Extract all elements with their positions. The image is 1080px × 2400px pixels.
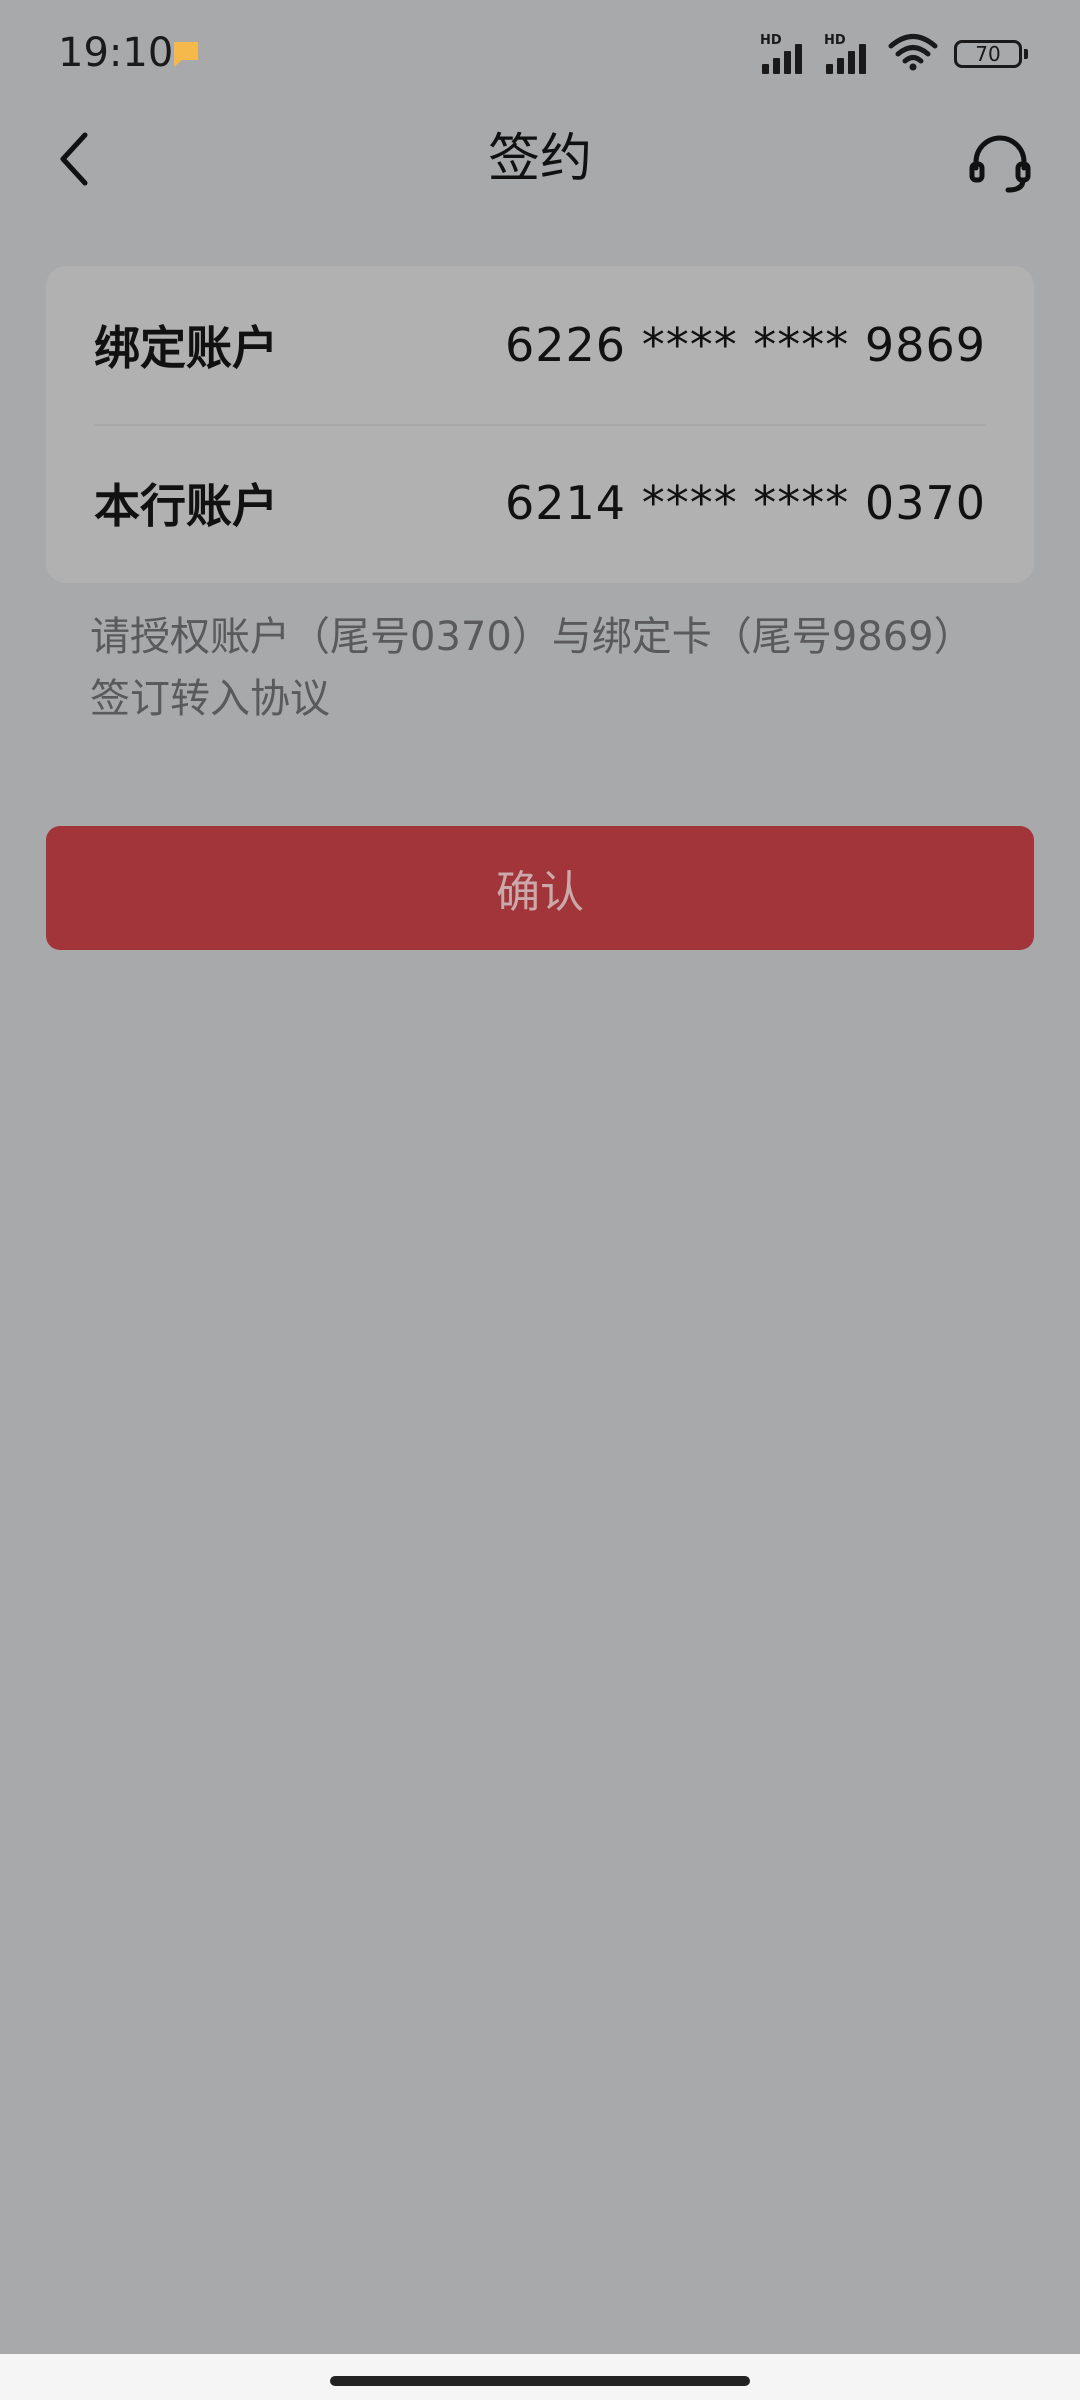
wifi-icon [888,33,938,75]
home-indicator[interactable] [330,2376,750,2386]
customer-service-button[interactable] [960,124,1040,204]
battery-level: 70 [975,42,1001,66]
authorization-notice: 请授权账户（尾号0370）与绑定卡（尾号9869） 签订转入协议 [90,606,1010,730]
bank-account-number: 6214 **** **** 0370 [505,476,986,530]
signal-icon: HD [824,34,878,74]
account-card: 绑定账户 6226 **** **** 9869 本行账户 6214 **** … [46,266,1034,583]
bound-account-label: 绑定账户 [94,321,278,375]
battery-icon: 70 [954,40,1028,68]
status-icons: HD HD 70 [760,32,1028,76]
navigation-bar [0,2354,1080,2400]
signal-icon: HD [760,34,814,74]
notice-line-2: 签订转入协议 [90,676,330,722]
status-time: 19:10 [58,30,174,76]
page-header: 签约 [0,110,1080,280]
status-bar: 19:10 HD HD 70 [0,0,1080,110]
confirm-button[interactable]: 确认 [46,826,1034,950]
bound-account-number: 6226 **** **** 9869 [505,318,986,372]
bank-account-label: 本行账户 [94,479,278,533]
bound-account-row: 绑定账户 6226 **** **** 9869 [94,266,986,424]
notice-line-1: 请授权账户（尾号0370）与绑定卡（尾号9869） [90,614,974,660]
notification-icon [172,40,200,68]
bank-account-row: 本行账户 6214 **** **** 0370 [94,424,986,582]
page-title: 签约 [487,129,592,189]
headset-icon [969,135,1031,193]
